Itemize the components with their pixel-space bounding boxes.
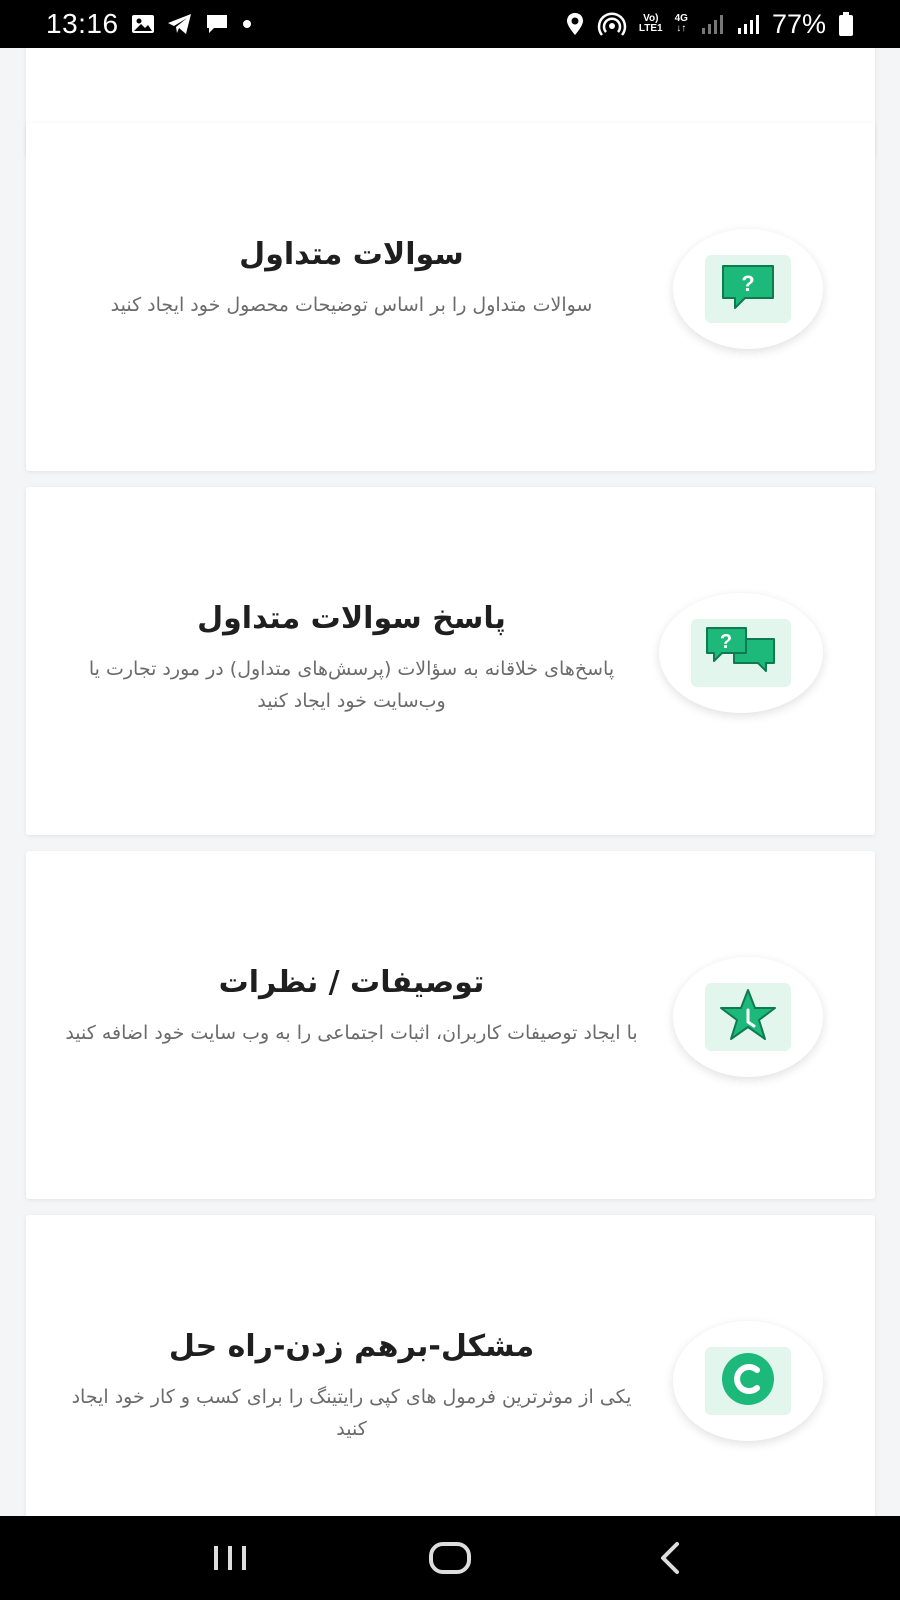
feature-text: پاسخ سوالات متداول پاسخ‌های خلاقانه به س…	[64, 599, 639, 717]
clock: 13:16	[46, 8, 119, 39]
feature-card-faq-answers[interactable]: ? پاسخ سوالات متداول پاسخ‌های خلاقانه به…	[26, 487, 875, 835]
signal-weak-icon	[700, 13, 724, 35]
svg-text:?: ?	[741, 271, 754, 296]
location-icon	[565, 12, 585, 36]
faq-answers-icon: ?	[704, 625, 778, 681]
feature-title: پاسخ سوالات متداول	[197, 601, 506, 636]
star-icon	[719, 988, 777, 1046]
feature-description: با ایجاد توصیفات کاربران، اثبات اجتماعی …	[65, 1022, 638, 1044]
feature-description: یکی از موثرترین فرمول های کپی رایتینگ را…	[71, 1386, 632, 1440]
telegram-icon	[167, 13, 193, 35]
feature-icon-tile	[705, 1347, 791, 1415]
dot-icon	[241, 18, 253, 30]
feature-icon-circle: ?	[673, 229, 823, 349]
status-right: Vo) LTE1 4G ↓↑ 77%	[565, 9, 854, 40]
feature-text: سوالات متداول سوالات متداول را بر اساس ت…	[64, 235, 639, 321]
status-left: 13:16	[46, 8, 253, 40]
navigation-bar	[0, 1516, 900, 1600]
recents-icon[interactable]	[190, 1528, 270, 1588]
feature-description: پاسخ‌های خلاقانه به سؤالات (پرسش‌های متد…	[88, 658, 615, 712]
feature-title: سوالات متداول	[239, 237, 464, 272]
message-icon	[205, 13, 229, 35]
feature-icon-tile: ?	[691, 619, 791, 687]
feature-title: توصیفات / نظرات	[218, 965, 485, 1000]
battery-percent: 77%	[771, 8, 826, 39]
network-type-icon: 4G ↓↑	[675, 14, 688, 34]
feature-card-pas[interactable]: مشکل-برهم زدن-راه حل یکی از موثرترین فرم…	[26, 1215, 875, 1516]
copyright-c-icon	[720, 1351, 776, 1411]
feature-icon-tile	[705, 983, 791, 1051]
feature-description: سوالات متداول را بر اساس توضیحات محصول خ…	[110, 294, 593, 316]
feature-card-testimonials[interactable]: توصیفات / نظرات با ایجاد توصیفات کاربران…	[26, 851, 875, 1199]
hotspot-icon	[597, 12, 627, 36]
feature-text: توصیفات / نظرات با ایجاد توصیفات کاربران…	[64, 963, 639, 1049]
feature-icon-circle: ?	[659, 593, 823, 713]
feature-text: مشکل-برهم زدن-راه حل یکی از موثرترین فرم…	[64, 1327, 639, 1445]
status-bar: 13:16 Vo) LTE1 4G ↓↑ 77%	[0, 0, 900, 48]
data-arrows-icon: ↓↑	[676, 23, 687, 34]
svg-text:?: ?	[720, 631, 732, 653]
feature-icon-circle	[673, 1321, 823, 1441]
signal-icon	[736, 13, 760, 35]
feature-list[interactable]: ? سوالات متداول سوالات متداول را بر اساس…	[0, 48, 900, 1516]
faq-bubble-icon: ?	[719, 262, 777, 316]
back-icon[interactable]	[630, 1528, 710, 1588]
lte-label: LTE1	[638, 23, 663, 34]
battery-icon	[838, 11, 854, 37]
gallery-icon	[131, 13, 155, 35]
feature-icon-circle	[673, 957, 823, 1077]
feature-title: مشکل-برهم زدن-راه حل	[168, 1329, 535, 1364]
feature-icon-tile: ?	[705, 255, 791, 323]
volte-icon: Vo) LTE1	[639, 14, 663, 34]
home-icon[interactable]	[410, 1528, 490, 1588]
feature-card-faq[interactable]: ? سوالات متداول سوالات متداول را بر اساس…	[26, 123, 875, 471]
